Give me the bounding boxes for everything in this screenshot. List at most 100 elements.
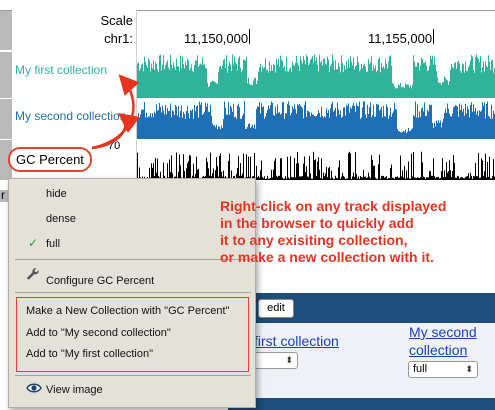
signal-bar [189,70,190,98]
signal-bar [489,61,490,98]
signal-bar [379,154,380,180]
signal-bar [210,82,211,98]
signal-bar [432,122,433,139]
signal-bar [262,177,263,180]
signal-bar [342,63,343,98]
signal-bar [429,65,430,98]
signal-bar [224,101,225,139]
signal-bar [194,65,195,98]
signal-bar [369,64,370,98]
track-first-collection[interactable] [137,52,495,98]
signal-bar [428,70,429,98]
collection-second-select[interactable]: full ⬍ [408,361,478,378]
signal-bar [216,157,217,180]
signal-bar [180,110,181,139]
signal-bar [262,107,263,139]
signal-bar [247,126,248,139]
signal-bar [433,158,434,180]
signal-bar [164,69,165,98]
signal-bar [195,60,196,98]
signal-bar [446,112,447,139]
collection-link-second-line2[interactable]: collection [409,342,467,358]
menu-item-add-second-collection[interactable]: Add to "My second collection" [26,327,171,339]
signal-bar [487,67,488,98]
signal-bar [245,60,246,98]
signal-bar [223,60,224,98]
signal-bar [403,130,404,139]
signal-bar [217,83,218,98]
select-arrows-icon: ⬍ [285,355,293,365]
edit-button[interactable]: edit [258,299,294,318]
signal-bar [329,71,330,98]
signal-bar [294,104,295,139]
signal-bar [454,63,455,98]
signal-bar [323,58,324,98]
signal-bar [288,177,289,180]
signal-bar [342,116,343,139]
menu-item-full[interactable]: full [46,238,60,250]
signal-bar [357,56,358,98]
collection-link-first[interactable]: first collection [254,333,339,349]
signal-bar [325,117,326,139]
menu-item-add-first-collection[interactable]: Add to "My first collection" [26,348,153,360]
signal-bar [339,114,340,139]
track-second-collection[interactable] [137,99,495,139]
signal-bar [305,172,306,180]
signal-bar [445,108,446,139]
menu-item-dense[interactable]: dense [46,213,76,225]
signal-bar [401,87,402,98]
signal-bar [257,106,258,139]
menu-item-view-image[interactable]: View image [46,384,103,396]
signal-bar [191,64,192,98]
signal-bar [380,72,381,98]
signal-bar [364,101,365,139]
signal-bar [260,170,261,180]
signal-bar [492,176,493,180]
signal-bar [375,177,376,180]
chrom-label: chr1: [104,31,133,46]
signal-bar [422,59,423,98]
signal-bar [184,68,185,98]
signal-bar [300,56,301,98]
signal-bar [280,158,281,180]
signal-bar [265,58,266,98]
signal-bar [174,66,175,98]
signal-bar [160,106,161,139]
menu-item-new-collection[interactable]: Make a New Collection with "GC Percent" [26,305,229,317]
signal-bar [163,110,164,139]
signal-bar [449,81,450,98]
signal-bar [269,178,270,180]
signal-bar [301,60,302,98]
signal-bar [403,177,404,180]
signal-bar [426,115,427,139]
collection-link-second-line1[interactable]: My second [409,324,477,340]
signal-bar [368,113,369,139]
signal-bar [461,104,462,139]
signal-bar [343,107,344,139]
signal-bar [429,170,430,180]
signal-bar [244,101,245,139]
signal-bar [475,162,476,180]
signal-bar [483,105,484,139]
signal-bar [469,178,470,180]
signal-bar [466,113,467,139]
menu-item-configure[interactable]: Configure GC Percent [46,275,154,287]
signal-bar [493,72,494,98]
collection-first-select[interactable]: ⬍ [250,352,298,369]
track-gc-percent[interactable] [137,150,495,180]
signal-bar [299,70,300,98]
signal-bar [440,120,441,139]
signal-bar [407,131,408,139]
signal-bar [296,56,297,98]
signal-bar [289,178,290,180]
signal-bar [427,71,428,98]
signal-bar [277,104,278,139]
signal-bar [394,102,395,139]
signal-bar [363,65,364,98]
menu-item-hide[interactable]: hide [46,188,67,200]
signal-bar [412,128,413,139]
signal-bar [470,60,471,98]
signal-bar [474,111,475,139]
signal-bar [235,61,236,98]
signal-bar [243,113,244,139]
